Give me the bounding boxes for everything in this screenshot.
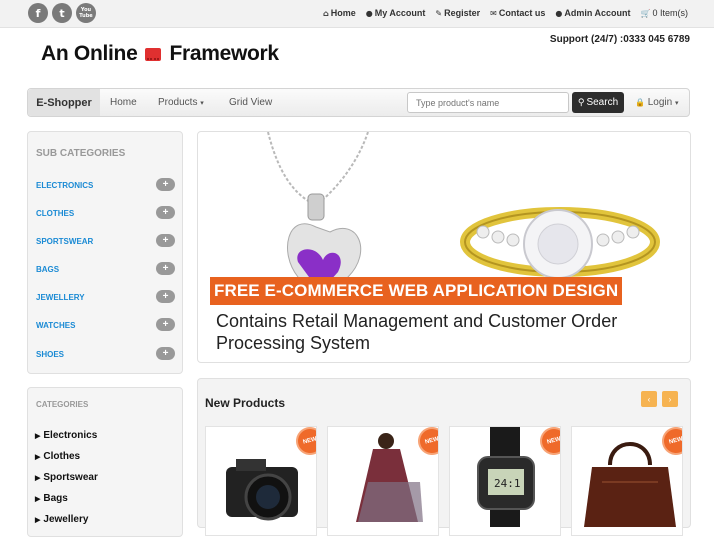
- category-item[interactable]: ▶ Jewellery: [35, 514, 88, 525]
- top-link-label: Contact us: [498, 8, 546, 18]
- top-link-label: Admin Account: [564, 8, 631, 18]
- top-link-register[interactable]: ✎ Register: [435, 8, 480, 18]
- logo-text-right: Framework: [169, 42, 279, 65]
- caret-right-icon: ▶: [35, 453, 41, 461]
- category-label: Sportswear: [43, 472, 98, 483]
- search-input[interactable]: [407, 92, 569, 113]
- caret-right-icon: ▶: [35, 474, 41, 482]
- next-arrow-button[interactable]: ›: [662, 391, 678, 407]
- category-item[interactable]: ▶ Sportswear: [35, 472, 98, 483]
- category-item[interactable]: ▶ Bags: [35, 493, 68, 504]
- category-item[interactable]: ▶ Clothes: [35, 451, 80, 462]
- subcat-sportswear[interactable]: SPORTSWEAR: [36, 237, 93, 246]
- search-button[interactable]: ⚲ Search: [572, 92, 624, 113]
- expand-plus-icon[interactable]: +: [156, 206, 175, 219]
- expand-plus-icon[interactable]: +: [156, 262, 175, 275]
- expand-plus-icon[interactable]: +: [156, 347, 175, 360]
- site-logo[interactable]: An Online Framework: [41, 42, 279, 66]
- expand-plus-icon[interactable]: +: [156, 234, 175, 247]
- product-card[interactable]: NEW: [571, 426, 683, 536]
- caret-right-icon: ▶: [35, 432, 41, 440]
- top-link-home[interactable]: ⌂ Home: [323, 8, 356, 18]
- subcat-clothes[interactable]: CLOTHES: [36, 209, 74, 218]
- new-products-title: New Products: [205, 396, 286, 410]
- caret-down-icon: ▾: [675, 100, 679, 107]
- main-navbar: E-Shopper Home Products ▾ Grid View ⚲Sea…: [27, 88, 690, 117]
- hero-banner-title: FREE E-COMMERCE WEB APPLICATION DESIGN: [210, 277, 623, 305]
- product-card[interactable]: NEW: [327, 426, 439, 536]
- subcategories-panel: SUB CATEGORIES ELECTRONICS + CLOTHES + S…: [27, 131, 183, 374]
- nav-products-label: Products: [158, 97, 198, 108]
- product-card[interactable]: NEW: [205, 426, 317, 536]
- categories-panel: CATEGORIES ▶ Electronics ▶ Clothes ▶ Sports…: [27, 387, 183, 537]
- top-link-label: Register: [444, 8, 481, 18]
- caret-right-icon: ▶: [35, 495, 41, 503]
- user-icon: ●: [365, 8, 373, 18]
- top-link-contact[interactable]: ✉ Contact us: [490, 8, 545, 18]
- product-card[interactable]: 24:1 NEW: [449, 426, 561, 536]
- nav-brand[interactable]: E-Shopper: [28, 89, 100, 116]
- top-link-cart[interactable]: 🛒 0 Item(s): [641, 8, 688, 18]
- search-icon: ⚲: [577, 97, 585, 108]
- youtube-icon[interactable]: You Tube: [76, 3, 96, 23]
- subcat-jewellery[interactable]: JEWELLERY: [36, 293, 85, 302]
- subcat-shoes[interactable]: SHOES: [36, 350, 64, 359]
- top-link-label: Home: [330, 8, 356, 18]
- subcat-bags[interactable]: BAGS: [36, 265, 59, 274]
- top-links: ⌂ Home ● My Account ✎ Register ✉ Contact us …: [323, 8, 688, 18]
- category-label: Clothes: [43, 451, 81, 462]
- edit-icon: ✎: [435, 8, 443, 18]
- subcategories-title: SUB CATEGORIES: [36, 148, 126, 159]
- top-link-admin[interactable]: ● Admin Account: [555, 8, 630, 18]
- category-item[interactable]: ▶ Electronics: [35, 430, 97, 441]
- logo-text-left: An Online: [41, 42, 138, 65]
- nav-home[interactable]: Home: [110, 97, 137, 108]
- categories-title: CATEGORIES: [36, 400, 89, 409]
- nav-products[interactable]: Products ▾: [158, 97, 204, 108]
- top-link-label: My Account: [374, 8, 426, 18]
- subcat-watches[interactable]: WATCHES: [36, 321, 75, 330]
- category-label: Bags: [43, 493, 68, 504]
- social-links: f t You Tube: [28, 3, 96, 23]
- caret-down-icon: ▾: [200, 100, 204, 107]
- expand-plus-icon[interactable]: +: [156, 290, 175, 303]
- support-phone: Support (24/7) :0333 045 6789: [549, 34, 690, 45]
- envelope-icon: ✉: [490, 8, 497, 18]
- facebook-icon[interactable]: f: [28, 3, 48, 23]
- truck-icon: [145, 47, 162, 61]
- subcat-electronics[interactable]: ELECTRONICS: [36, 181, 93, 190]
- cart-icon: 🛒: [640, 8, 651, 18]
- login-dropdown[interactable]: 🔒 Login ▾: [635, 97, 679, 108]
- twitter-icon[interactable]: t: [52, 3, 72, 23]
- expand-plus-icon[interactable]: +: [156, 178, 175, 191]
- nav-grid-view[interactable]: Grid View: [229, 97, 272, 108]
- login-label: Login: [647, 97, 673, 108]
- home-icon: ⌂: [323, 8, 329, 18]
- search-button-label: Search: [586, 97, 619, 108]
- hero-subtitle: Contains Retail Management and Customer …: [216, 311, 618, 353]
- new-products-section: New Products ‹ › NEW NEW 24:1 NEW NEW: [197, 378, 691, 536]
- caret-right-icon: ▶: [35, 516, 41, 524]
- category-label: Electronics: [43, 430, 98, 441]
- cart-count: 0 Item(s): [652, 8, 688, 18]
- svg-text:24:1: 24:1: [494, 477, 521, 490]
- expand-plus-icon[interactable]: +: [156, 318, 175, 331]
- category-label: Jewellery: [43, 514, 89, 525]
- lock-icon: 🔒: [635, 98, 645, 107]
- prev-arrow-button[interactable]: ‹: [641, 391, 657, 407]
- top-link-my-account[interactable]: ● My Account: [366, 8, 426, 18]
- hero-carousel[interactable]: FREE E-COMMERCE WEB APPLICATION DESIGN C…: [197, 131, 691, 363]
- user-icon: ●: [555, 8, 563, 18]
- top-bar: f t You Tube ⌂ Home ● My Account ✎ Register…: [0, 0, 714, 28]
